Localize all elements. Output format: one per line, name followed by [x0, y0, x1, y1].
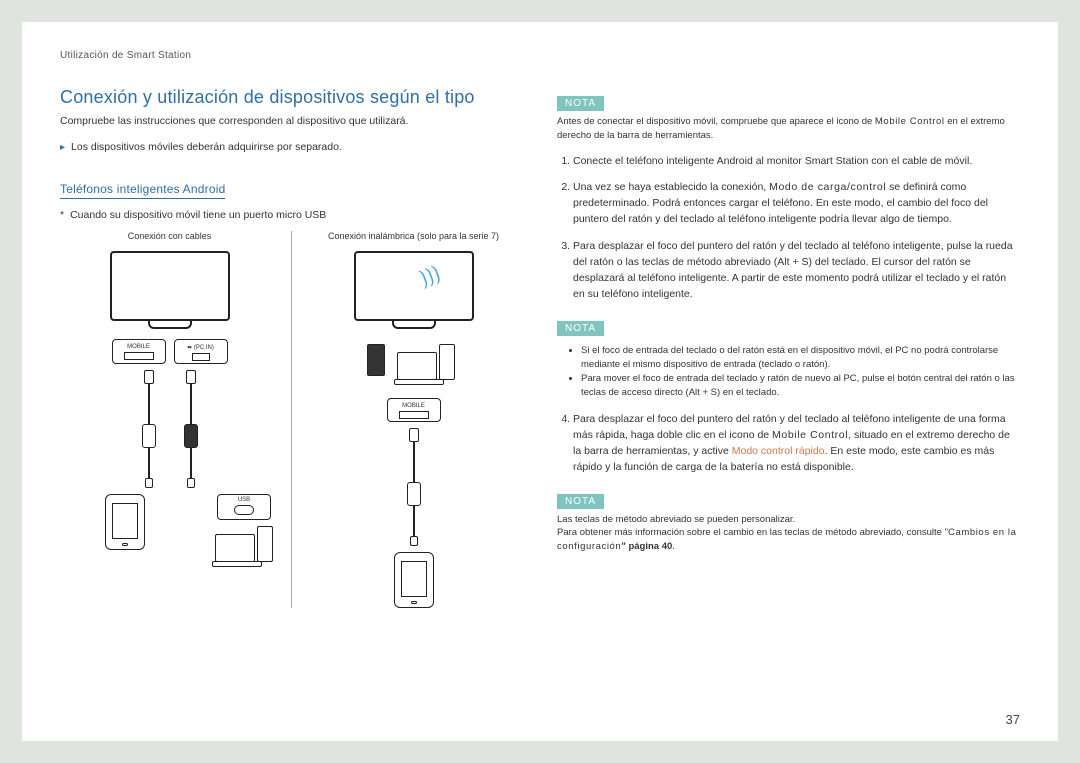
instruction-steps-cont: Para desplazar el foco del puntero del r…	[573, 411, 1020, 476]
wired-caption: Conexión con cables	[60, 231, 279, 243]
pc-icon	[391, 344, 461, 388]
page-number: 37	[1006, 712, 1020, 727]
bullet-item: ▸ Los dispositivos móviles deberán adqui…	[60, 140, 523, 156]
intro-text: Compruebe las instrucciones que correspo…	[60, 114, 523, 130]
step-1: Conecte el teléfono inteligente Android …	[573, 153, 1020, 169]
note-3-line2: Para obtener más información sobre el ca…	[557, 526, 1020, 554]
bullet-icon: ▸	[60, 140, 65, 156]
pc-icon	[209, 526, 279, 570]
note-1-text: Antes de conectar el dispositivo móvil, …	[557, 115, 1020, 143]
right-column: NOTA Antes de conectar el dispositivo mó…	[557, 50, 1020, 723]
wireless-diagram: Conexión inalámbrica (solo para la serie…	[292, 231, 523, 608]
note-badge: NOTA	[557, 321, 604, 336]
footnote: * Cuando su dispositivo móvil tiene un p…	[60, 209, 523, 221]
sub-heading-android: Teléfonos inteligentes Android	[60, 182, 225, 199]
instruction-steps: Conecte el teléfono inteligente Android …	[573, 153, 1020, 303]
breadcrumb: Utilización de Smart Station	[60, 50, 523, 61]
page-title: Conexión y utilización de dispositivos s…	[60, 87, 523, 108]
manual-page: Utilización de Smart Station Conexión y …	[22, 22, 1058, 741]
usb-port-icon: USB	[217, 494, 271, 520]
step-4: Para desplazar el foco del puntero del r…	[573, 411, 1020, 476]
step-3: Para desplazar el foco del puntero del r…	[573, 238, 1020, 303]
note-3-line1: Las teclas de método abreviado se pueden…	[557, 513, 1020, 527]
step-2: Una vez se haya establecido la conexión,…	[573, 179, 1020, 228]
bullet-text: Los dispositivos móviles deberán adquiri…	[71, 140, 342, 156]
phone-icon	[105, 494, 145, 550]
cable-usb-icon	[184, 370, 198, 488]
phone-icon	[394, 552, 434, 608]
monitor-icon	[354, 251, 474, 321]
note-2-list: Si el foco de entrada del teclado o del …	[581, 344, 1020, 401]
note-badge: NOTA	[557, 96, 604, 111]
router-icon	[367, 344, 385, 376]
note-badge: NOTA	[557, 494, 604, 509]
cable-mobile-icon	[407, 428, 421, 546]
footnote-text: Cuando su dispositivo móvil tiene un pue…	[70, 209, 326, 221]
note-2-item: Para mover el foco de entrada del teclad…	[581, 372, 1020, 401]
connection-diagrams: Conexión con cables MOBILE ⬌ (PC IN)	[60, 231, 523, 608]
monitor-icon	[110, 251, 230, 321]
port-pc-in: ⬌ (PC IN)	[174, 339, 228, 364]
left-column: Utilización de Smart Station Conexión y …	[60, 50, 523, 723]
port-mobile: MOBILE	[112, 339, 166, 364]
note-2-item: Si el foco de entrada del teclado o del …	[581, 344, 1020, 373]
wired-diagram: Conexión con cables MOBILE ⬌ (PC IN)	[60, 231, 292, 608]
port-mobile: MOBILE	[387, 398, 441, 422]
wireless-caption: Conexión inalámbrica (solo para la serie…	[304, 231, 523, 243]
asterisk-icon: *	[60, 209, 64, 221]
cable-mobile-icon	[142, 370, 156, 488]
